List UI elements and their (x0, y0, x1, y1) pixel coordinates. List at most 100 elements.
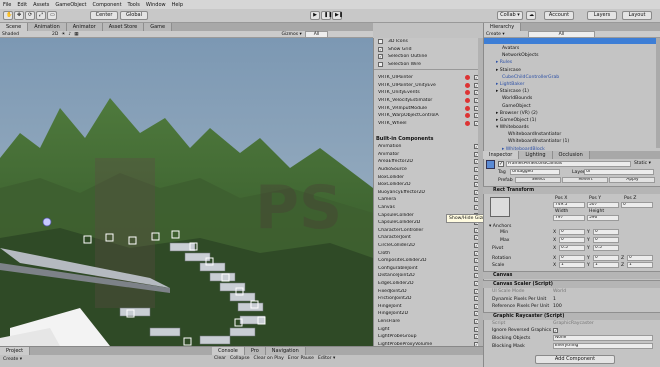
gizmo-script-row[interactable]: VRTK_Wheel ✓ (374, 120, 483, 128)
script-gizmo-icon[interactable] (465, 113, 470, 119)
gizmo-option[interactable]: 3D Icons (374, 38, 483, 46)
tool-button-icon-3[interactable]: ⤢ (36, 11, 46, 20)
gizmo-script-row[interactable]: VRTK_VRInputModule ✓ (374, 104, 483, 112)
tab-animator[interactable]: Animator (66, 23, 103, 31)
rotation-z[interactable]: 0 (627, 255, 653, 261)
gizmo-option[interactable]: Selection Wire (374, 61, 483, 69)
console-clear-on-play-button[interactable]: Clear on Play (254, 356, 284, 361)
gizmo-option-checkbox[interactable] (378, 62, 383, 68)
tab-project[interactable]: Project (0, 347, 31, 355)
builtin-component-row[interactable]: DistanceJoint2D ✓ (374, 272, 483, 280)
hierarchy-item[interactable]: ▸ Staircase (1) (484, 88, 660, 95)
blocking-mask-dropdown[interactable]: Everything (553, 343, 653, 349)
rect-transform-header[interactable]: Rect Transform (483, 186, 660, 194)
tool-button-icon-2[interactable]: ⟳ (25, 11, 35, 20)
height-field[interactable]: 596 (587, 215, 619, 221)
hierarchy-item[interactable]: ▸ GameObject (1) (484, 117, 660, 124)
layout-dropdown[interactable]: Layout (622, 11, 652, 20)
builtin-component-row[interactable]: HingeJoint2D ✓ (374, 310, 483, 318)
play-button[interactable]: ▶ (310, 11, 320, 20)
tag-dropdown[interactable]: Untagged (510, 169, 560, 175)
builtin-component-row[interactable]: Animator ✓ (374, 151, 483, 159)
builtin-component-row[interactable]: Canvas ✓ (374, 204, 483, 212)
builtin-component-row[interactable]: CircleCollider2D ✓ (374, 242, 483, 250)
active-checkbox[interactable]: ✓ (498, 161, 504, 167)
hierarchy-item[interactable]: WhiteboardInstantiator (484, 131, 660, 138)
account-dropdown[interactable]: Account (544, 11, 574, 20)
builtin-component-row[interactable]: AudioSource ✓ (374, 166, 483, 174)
script-gizmo-icon[interactable] (465, 82, 470, 88)
menu-assets[interactable]: Assets (33, 2, 49, 8)
hierarchy-item[interactable]: CubeChildControllerGrab (484, 74, 660, 81)
pivot-center-toggle[interactable]: Center (90, 11, 118, 20)
shading-dropdown[interactable]: Shaded (2, 32, 19, 37)
script-gizmo-icon[interactable] (465, 120, 470, 126)
tab-scene[interactable]: Scene (0, 23, 29, 31)
builtin-component-row[interactable]: EdgeCollider2D ✓ (374, 280, 483, 288)
scene-search-input[interactable]: All (304, 30, 329, 38)
prefab-select-button[interactable]: Select (515, 177, 561, 183)
console-error-pause-button[interactable]: Error Pause (288, 356, 314, 361)
menu-component[interactable]: Component (93, 2, 122, 8)
menu-tools[interactable]: Tools (128, 2, 140, 8)
menu-gameobject[interactable]: GameObject (55, 2, 86, 8)
anchor-max-y[interactable]: 0 (593, 237, 619, 243)
pos-x-field[interactable]: 749.5 (553, 202, 585, 208)
scale-y[interactable]: 1 (593, 262, 619, 268)
canvas-component-header[interactable]: Canvas (483, 271, 660, 279)
rotation-y[interactable]: 0 (593, 255, 619, 261)
console-clear-button[interactable]: Clear (214, 356, 226, 361)
anchor-min-x[interactable]: 0 (559, 229, 585, 235)
scene-view[interactable]: PS (0, 38, 373, 346)
ignore-reversed-checkbox[interactable]: ✓ (553, 328, 558, 333)
builtin-component-row[interactable]: LightProbeGroup ✓ (374, 333, 483, 341)
audio-toggle-icon[interactable]: ♪ (68, 32, 71, 37)
tab-animation[interactable]: Animation (28, 23, 67, 31)
gizmo-script-row[interactable]: VRTK_VelocityEstimator ✓ (374, 97, 483, 105)
pos-y-field[interactable]: 507 (587, 202, 619, 208)
pos-z-field[interactable]: 0 (621, 202, 653, 208)
hierarchy-scrollbar[interactable] (656, 38, 660, 148)
hierarchy-selected-row[interactable] (484, 38, 660, 44)
prefab-apply-button[interactable]: Apply (609, 177, 655, 183)
pivot-y[interactable]: 0.5 (593, 245, 619, 251)
builtin-component-row[interactable]: Cloth ✓ (374, 249, 483, 257)
tab-pro[interactable]: Pro (244, 347, 266, 355)
pause-button[interactable]: ❚❚ (321, 11, 332, 20)
console-collapse-button[interactable]: Collapse (230, 356, 250, 361)
tab-hierarchy[interactable]: Hierarchy (484, 23, 522, 31)
dynamic-pixels-value[interactable]: 1 (553, 297, 556, 302)
builtin-component-row[interactable]: Animation ✓ (374, 143, 483, 151)
tab-console[interactable]: Console (212, 347, 245, 355)
blocking-objects-dropdown[interactable]: None (553, 335, 653, 341)
anchor-max-x[interactable]: 0 (559, 237, 585, 243)
anchor-min-y[interactable]: 0 (593, 229, 619, 235)
static-dropdown[interactable]: Static ▾ (634, 161, 651, 166)
tool-button-icon-1[interactable]: ✥ (14, 11, 24, 20)
hierarchy-item[interactable]: ▸ Rules (484, 59, 660, 66)
hierarchy-item[interactable]: ▸ Browser (VR) (2) (484, 110, 660, 117)
builtin-component-row[interactable]: HingeJoint ✓ (374, 302, 483, 310)
layer-dropdown[interactable]: UI (584, 169, 654, 175)
anchor-preset-icon[interactable] (490, 197, 510, 217)
reference-pixels-value[interactable]: 100 (553, 304, 562, 309)
tool-button-icon-4[interactable]: ▭ (47, 11, 57, 20)
builtin-component-row[interactable]: FrictionJoint2D ✓ (374, 295, 483, 303)
builtin-component-row[interactable]: CharacterController ✓ (374, 227, 483, 235)
tab-asset-store[interactable]: Asset Store (102, 23, 145, 31)
builtin-component-row[interactable]: AreaEffector2D ✓ (374, 158, 483, 166)
builtin-component-row[interactable]: CompositeCollider2D ✓ (374, 257, 483, 265)
builtin-component-row[interactable]: CharacterJoint ✓ (374, 234, 483, 242)
light-toggle-icon[interactable]: ☀ (61, 32, 65, 37)
builtin-component-row[interactable]: FixedJoint2D ✓ (374, 287, 483, 295)
gizmo-option-checkbox[interactable] (378, 39, 383, 45)
gizmo-option[interactable]: ✓ Show Grid (374, 46, 483, 54)
effects-toggle-icon[interactable]: ▦ (74, 32, 78, 37)
builtin-component-row[interactable]: Camera ✓ (374, 196, 483, 204)
menu-help[interactable]: Help (172, 2, 183, 8)
script-gizmo-icon[interactable] (465, 105, 470, 111)
object-name-field[interactable]: FramesPerSecondCanvas (506, 161, 631, 167)
menu-edit[interactable]: Edit (17, 2, 27, 8)
console-editor-dropdown[interactable]: Editor ▾ (318, 356, 335, 361)
prefab-revert-button[interactable]: Revert (562, 177, 608, 183)
